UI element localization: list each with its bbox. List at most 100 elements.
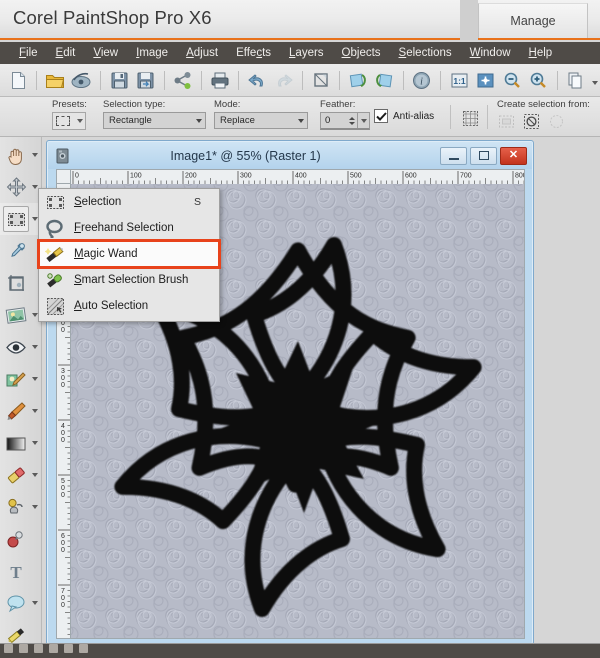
toolbar-overflow-caret[interactable] <box>590 67 600 93</box>
menu-item-selection[interactable]: Selection S <box>39 189 219 215</box>
menu-edit[interactable]: Edit <box>47 45 85 61</box>
menu-help[interactable]: Help <box>520 45 562 61</box>
rotate-right-icon[interactable] <box>373 67 397 93</box>
status-icon <box>34 644 43 653</box>
toolbar-separator <box>36 70 38 90</box>
tool-eraser[interactable] <box>0 459 41 491</box>
zoom-in-icon[interactable] <box>526 67 550 93</box>
menu-item-label: Smart Selection Brush <box>74 274 189 286</box>
selection-type-dropdown[interactable]: Rectangle <box>103 112 206 129</box>
status-icon <box>64 644 73 653</box>
create-from-mask-icon[interactable] <box>522 112 541 131</box>
menu-file[interactable]: File <box>10 45 47 61</box>
share-icon[interactable] <box>171 67 195 93</box>
anti-alias-checkbox[interactable] <box>374 109 388 123</box>
smart-selection-brush-icon <box>44 269 66 291</box>
open-folder-icon[interactable] <box>43 67 67 93</box>
undo-icon[interactable] <box>245 67 269 93</box>
status-bar <box>0 644 600 658</box>
toolbar-separator <box>556 70 558 90</box>
rotate-left-icon[interactable] <box>346 67 370 93</box>
tool-move[interactable] <box>0 171 41 203</box>
fit-to-window-icon[interactable] <box>473 67 497 93</box>
tool-pick[interactable] <box>0 299 41 331</box>
print-icon[interactable] <box>208 67 232 93</box>
tool-preset-shape[interactable] <box>0 587 41 619</box>
tool-dropper[interactable] <box>0 235 41 267</box>
info-icon[interactable]: i <box>410 67 434 93</box>
presets-dropdown[interactable] <box>52 112 86 130</box>
flyout-caret[interactable] <box>30 494 40 520</box>
tool-makeover[interactable] <box>0 363 41 395</box>
spinner-arrows-icon[interactable] <box>347 113 357 128</box>
svg-text:500: 500 <box>350 173 362 180</box>
minimize-button[interactable] <box>440 146 467 165</box>
tool-text[interactable]: T <box>0 555 41 587</box>
menu-item-label: Freehand Selection <box>74 222 174 234</box>
actual-size-icon[interactable]: 1:1 <box>447 67 471 93</box>
application-window: Corel PaintShop Pro X6 Manage File Edit … <box>0 0 600 658</box>
menu-adjust[interactable]: Adjust <box>177 45 227 61</box>
create-from-vector-icon[interactable] <box>497 112 516 131</box>
flyout-caret[interactable] <box>30 334 40 360</box>
tools-palette: T <box>0 137 42 643</box>
toolbar-separator <box>440 70 442 90</box>
svg-text:0: 0 <box>61 595 65 602</box>
mode-dropdown[interactable]: Replace <box>214 112 308 129</box>
menu-selections[interactable]: Selections <box>390 45 461 61</box>
tool-crop[interactable] <box>0 267 41 299</box>
save-icon[interactable] <box>107 67 131 93</box>
svg-text:100: 100 <box>130 173 142 180</box>
tool-clone[interactable] <box>0 491 41 523</box>
menu-item-freehand-selection[interactable]: Freehand Selection <box>39 215 219 241</box>
zoom-out-icon[interactable] <box>500 67 524 93</box>
tool-dodge[interactable] <box>0 523 41 555</box>
chevron-down-icon <box>77 119 83 123</box>
menu-image[interactable]: Image <box>127 45 177 61</box>
create-selection-from-label: Create selection from: <box>497 99 590 110</box>
redo-icon[interactable] <box>272 67 296 93</box>
selection-edit-mode-icon[interactable] <box>461 109 480 128</box>
image-window-controls: ✕ <box>440 146 527 165</box>
maximize-button[interactable] <box>470 146 497 165</box>
chevron-down-icon <box>298 118 304 123</box>
manage-tab[interactable]: Manage <box>478 3 588 38</box>
flyout-caret[interactable] <box>30 430 40 456</box>
title-bar: Corel PaintShop Pro X6 Manage <box>0 0 600 40</box>
move-arrows-icon <box>3 174 29 200</box>
menu-layers[interactable]: Layers <box>280 45 333 61</box>
ruler-origin-box[interactable] <box>56 169 71 184</box>
new-image-icon[interactable] <box>6 67 30 93</box>
flyout-caret[interactable] <box>30 398 40 424</box>
menu-item-auto-selection[interactable]: Auto Selection <box>39 293 219 319</box>
tool-red-eye[interactable] <box>0 331 41 363</box>
svg-text:0: 0 <box>61 547 65 554</box>
menu-effects[interactable]: Effects <box>227 45 280 61</box>
tool-paint-brush[interactable] <box>0 395 41 427</box>
scanner-icon[interactable] <box>70 67 94 93</box>
paint-brush-icon <box>3 398 29 424</box>
feather-dropdown-caret[interactable] <box>357 113 369 128</box>
menu-item-smart-selection-brush[interactable]: Smart Selection Brush <box>39 267 219 293</box>
copy-icon[interactable] <box>563 67 587 93</box>
create-from-path-icon[interactable] <box>547 112 566 131</box>
menu-view[interactable]: View <box>84 45 127 61</box>
menu-objects[interactable]: Objects <box>333 45 390 61</box>
pan-hand-icon <box>3 142 29 168</box>
tool-pan[interactable] <box>0 139 41 171</box>
flyout-caret[interactable] <box>30 366 40 392</box>
pick-photo-icon <box>3 302 29 328</box>
menu-item-magic-wand[interactable]: Magic Wand <box>37 239 221 269</box>
save-as-icon[interactable] <box>133 67 157 93</box>
tool-gradient[interactable] <box>0 427 41 459</box>
flyout-caret[interactable] <box>30 590 40 616</box>
flyout-caret[interactable] <box>30 142 40 168</box>
menu-bar: File Edit View Image Adjust Effects Laye… <box>0 42 600 64</box>
image-window-titlebar[interactable]: Image1* @ 55% (Raster 1) ✕ <box>48 142 532 169</box>
menu-window[interactable]: Window <box>461 45 520 61</box>
flyout-caret[interactable] <box>30 462 40 488</box>
close-button[interactable]: ✕ <box>500 146 527 165</box>
crop-icon[interactable] <box>309 67 333 93</box>
tool-selection[interactable] <box>0 203 41 235</box>
feather-stepper[interactable]: 0 <box>320 112 370 130</box>
